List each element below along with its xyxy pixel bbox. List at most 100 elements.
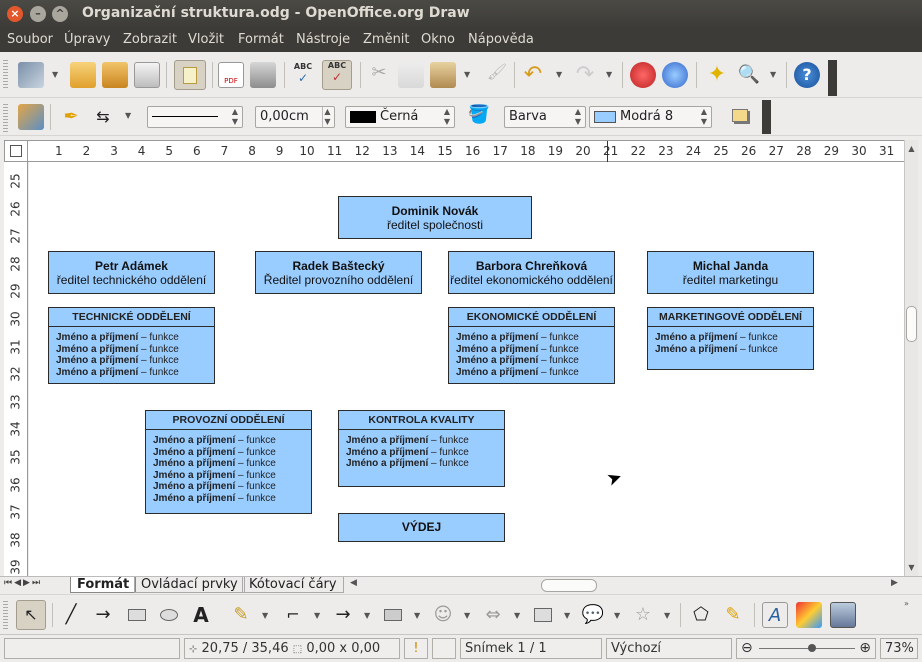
chevron-down-icon[interactable]: ▼ — [414, 611, 420, 620]
menu-soubor[interactable]: Soubor — [7, 32, 53, 47]
text-tool-icon[interactable]: A — [188, 602, 214, 628]
line-style-select[interactable]: ▲ ▼ — [147, 106, 243, 128]
chevron-down-icon[interactable]: ▼ — [262, 611, 268, 620]
line-width-input[interactable]: 0,00cm ▲ ▼ — [255, 106, 335, 128]
scroll-right-icon[interactable]: ▶ — [891, 578, 898, 588]
tab-controls[interactable]: Ovládací prvky — [134, 577, 245, 593]
clone-formatting-icon[interactable]: 🖌 — [484, 62, 510, 88]
new-document-icon[interactable] — [18, 62, 44, 88]
horizontal-scroll-thumb[interactable] — [541, 579, 597, 592]
rectangle-tool-icon[interactable] — [124, 602, 150, 628]
zoom-slider[interactable]: ⊖ ⊕ — [736, 638, 876, 659]
export-pdf-icon[interactable]: PDF — [218, 62, 244, 88]
fontwork-icon[interactable]: A — [762, 602, 788, 628]
horizontal-ruler[interactable]: 1 2 3 4 5 6 7 8 9 10 11 12 13 14 15 16 17 18 19 20 21 22 23 24 2… — [28, 140, 904, 162]
zoom-icon[interactable]: 🔍 — [736, 62, 762, 88]
chevron-down-icon[interactable]: ▼ — [125, 111, 131, 120]
chevron-down-icon[interactable]: ▼ — [464, 611, 470, 620]
scroll-left-icon[interactable]: ◀ — [350, 578, 357, 588]
spin-arrows-icon[interactable]: ▲ ▼ — [699, 107, 709, 127]
area-color-select[interactable]: Modrá 8 ▲ ▼ — [589, 106, 712, 128]
zoom-out-icon[interactable]: ⊖ — [741, 639, 753, 658]
email-icon[interactable] — [134, 62, 160, 88]
tab-dimension-lines[interactable]: Kótovací čáry — [242, 577, 344, 593]
maximize-window-button[interactable]: ^ — [52, 6, 68, 22]
stars-icon[interactable]: ☆ — [630, 602, 656, 628]
spin-arrows-icon[interactable]: ▲ ▼ — [442, 107, 452, 127]
document-modified-icon[interactable]: ! — [404, 638, 428, 659]
toolbar-overflow-icon[interactable]: » — [904, 599, 914, 608]
ceo-box[interactable]: Dominik Novák ředitel společnosti — [338, 196, 532, 239]
line-color-select[interactable]: Černá ▲ ▼ — [345, 106, 455, 128]
director-box[interactable]: Petr Adámek ředitel technického oddělení — [48, 251, 215, 294]
department-box[interactable]: TECHNICKÉ ODDĚLENÍ Jméno a příjmení – fun… — [48, 307, 215, 384]
points-icon[interactable]: ⬠ — [688, 602, 714, 628]
vertical-scroll-thumb[interactable] — [906, 306, 917, 342]
chevron-down-icon[interactable]: ▼ — [52, 70, 58, 79]
autospellcheck-icon[interactable]: ABC ✓ — [322, 60, 352, 90]
open-folder-icon[interactable] — [70, 62, 96, 88]
spin-arrows-icon[interactable]: ▲ ▼ — [230, 107, 240, 127]
department-box[interactable]: PROVOZNÍ ODDĚLENÍ Jméno a příjmení – funk… — [145, 410, 312, 514]
spellcheck-icon[interactable]: ABC ✓ — [290, 62, 316, 88]
edit-file-icon[interactable] — [174, 60, 206, 90]
curve-tool-icon[interactable]: ✎ — [228, 602, 254, 628]
director-box[interactable]: Michal Janda ředitel marketingu — [647, 251, 814, 294]
print-icon[interactable] — [250, 62, 276, 88]
flowchart-icon[interactable] — [530, 602, 556, 628]
redo-icon[interactable]: ↷ — [572, 62, 598, 88]
line-arrow-tool-icon[interactable]: → — [90, 602, 116, 628]
extrusion-icon[interactable] — [830, 602, 856, 628]
basic-shapes-icon[interactable] — [380, 602, 406, 628]
chevron-down-icon[interactable]: ▼ — [514, 611, 520, 620]
chevron-down-icon[interactable]: ▼ — [614, 611, 620, 620]
drawing-canvas[interactable]: Dominik Novák ředitel společnosti Petr A… — [29, 162, 904, 576]
hyperlink-icon[interactable] — [662, 62, 688, 88]
insert-image-icon[interactable] — [796, 602, 822, 628]
status-signature[interactable] — [432, 638, 456, 659]
minimize-window-button[interactable]: – — [30, 6, 46, 22]
lines-arrows-tool-icon[interactable]: → — [330, 602, 356, 628]
menu-napoveda[interactable]: Nápověda — [468, 32, 534, 47]
ellipse-tool-icon[interactable] — [156, 602, 182, 628]
symbol-shapes-icon[interactable]: ☺ — [430, 602, 456, 628]
arrow-style-icon[interactable]: ⇆ — [90, 104, 116, 130]
chevron-down-icon[interactable]: ▼ — [364, 611, 370, 620]
chevron-down-icon[interactable]: ▼ — [770, 70, 776, 79]
select-arrow-icon[interactable]: ↖ — [16, 600, 46, 630]
director-box[interactable]: Radek Baštecký Ředitel provozního odděle… — [255, 251, 422, 294]
connector-tool-icon[interactable]: ⌐ — [280, 602, 306, 628]
vertical-scrollbar[interactable]: ▲ ▼ — [904, 140, 918, 576]
save-icon[interactable] — [102, 62, 128, 88]
menu-okno[interactable]: Okno — [421, 32, 455, 47]
scroll-down-icon[interactable]: ▼ — [905, 563, 918, 572]
zoom-in-icon[interactable]: ⊕ — [859, 639, 871, 658]
cut-icon[interactable]: ✂ — [366, 62, 392, 88]
toolbar-overflow-icon[interactable] — [828, 60, 837, 96]
shadow-icon[interactable] — [728, 104, 754, 130]
navigator-icon[interactable]: ✦ — [704, 62, 730, 88]
department-box[interactable]: EKONOMICKÉ ODDĚLENÍ Jméno a příjmení – fu… — [448, 307, 615, 384]
spin-arrows-icon[interactable]: ▲ ▼ — [322, 107, 332, 127]
callouts-icon[interactable]: 💬 — [580, 602, 606, 628]
tab-navigation-arrows-icon[interactable]: ⏮◀▶⏭ — [4, 578, 42, 588]
vertical-ruler[interactable]: 25 26 27 28 29 30 31 32 33 34 35 36 37 38 39 — [4, 162, 28, 576]
vydej-box[interactable]: VÝDEJ — [338, 513, 505, 542]
chevron-down-icon[interactable]: ▼ — [606, 70, 612, 79]
help-icon[interactable]: ? — [794, 62, 820, 88]
close-window-button[interactable]: × — [7, 6, 23, 22]
chevron-down-icon[interactable]: ▼ — [564, 611, 570, 620]
department-box[interactable]: MARKETINGOVÉ ODDĚLENÍ Jméno a příjmení – … — [647, 307, 814, 370]
zoom-slider-knob[interactable] — [807, 644, 816, 652]
block-arrows-icon[interactable]: ⇔ — [480, 602, 506, 628]
toolbar-overflow-icon[interactable] — [762, 100, 771, 134]
spin-arrows-icon[interactable]: ▲ ▼ — [573, 107, 583, 127]
menu-upravy[interactable]: Úpravy — [64, 32, 110, 47]
chevron-down-icon[interactable]: ▼ — [664, 611, 670, 620]
undo-icon[interactable]: ↶ — [520, 62, 546, 88]
ruler-corner[interactable] — [4, 140, 28, 162]
menu-nastroje[interactable]: Nástroje — [296, 32, 350, 47]
department-box[interactable]: KONTROLA KVALITY Jméno a příjmení – funkc… — [338, 410, 505, 487]
menu-vlozit[interactable]: Vložit — [188, 32, 224, 47]
menu-zmenit[interactable]: Změnit — [363, 32, 410, 47]
